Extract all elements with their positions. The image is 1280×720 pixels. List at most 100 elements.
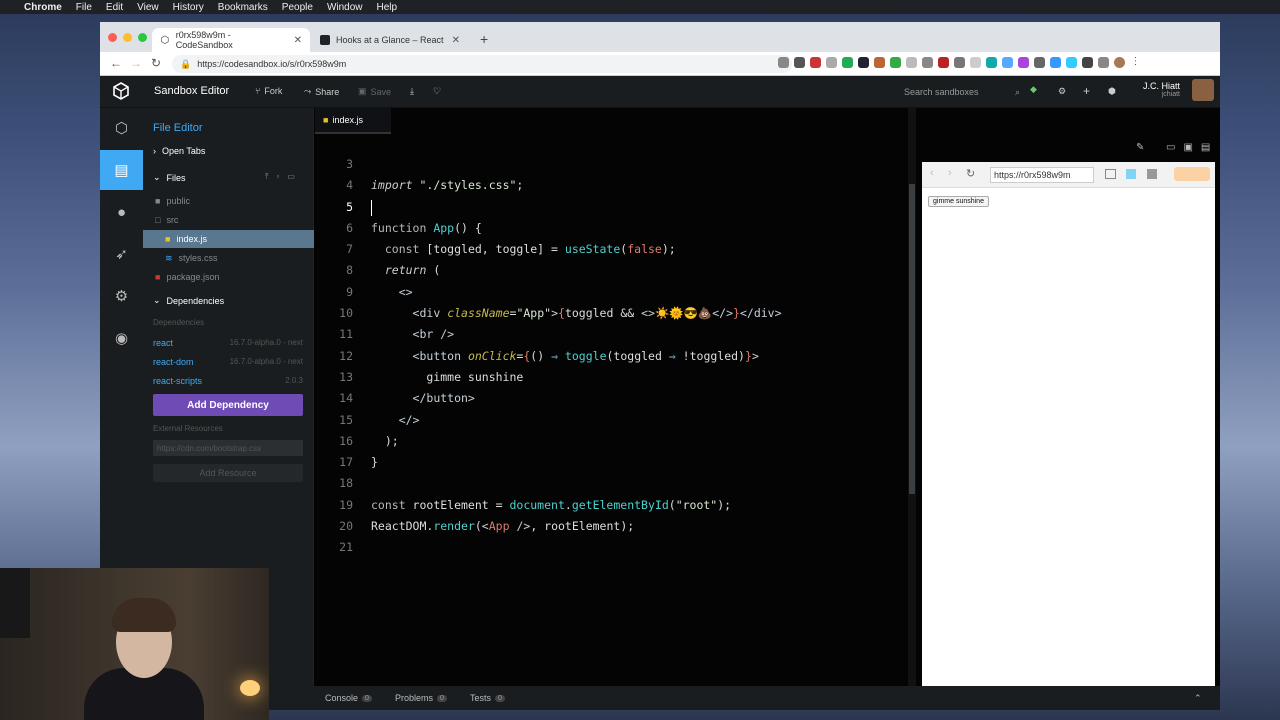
star-icon[interactable] [778,57,789,68]
add-resource-button[interactable]: Add Resource [153,464,303,482]
browser-tab-codesandbox[interactable]: ⬡ r0rx598w9m - CodeSandbox ✕ [152,28,310,52]
close-window-button[interactable] [108,33,117,42]
open-tabs-toggle[interactable]: › Open Tabs [153,146,205,156]
files-toggle[interactable]: ⌄ Files [153,172,186,183]
external-resource-input[interactable]: https://cdn.com/bootstrap.css [153,440,303,456]
preview-forward-icon[interactable]: › [948,167,952,179]
extension-icon[interactable] [874,57,885,68]
extension-icon[interactable] [1050,57,1061,68]
file-editor-icon[interactable]: ▤ [100,150,143,190]
url-field[interactable]: 🔒 https://codesandbox.io/s/r0rx598w9m [172,55,792,73]
reload-icon[interactable]: ↻ [151,56,161,70]
dependencies-toggle[interactable]: ⌄ Dependencies [153,295,224,306]
editor-tab-index-js[interactable]: ■ index.js [315,108,391,134]
problems-tab[interactable]: Problems 0 [395,693,447,703]
heart-icon[interactable]: ♡ [433,86,441,97]
save-button[interactable]: ▣ Save [358,86,391,97]
preview-refresh-icon[interactable]: ↻ [966,167,975,180]
search-sandboxes-input[interactable]: Search sandboxes ⌕ [904,84,1020,100]
extension-icon[interactable] [1066,57,1077,68]
dependency-react-dom[interactable]: react-dom 16.7.0-alpha.0 - next [153,357,303,367]
browser-tab-react[interactable]: Hooks at a Glance – React ✕ [312,28,468,52]
editor-view-icon[interactable]: ✎ [1136,142,1144,153]
menu-file[interactable]: File [76,2,92,13]
extension-icon[interactable] [970,57,981,68]
file-item-package-json[interactable]: ■ package.json [143,268,314,286]
fork-button[interactable]: ⑂ Fork [255,86,282,96]
github-icon[interactable]: ● [100,192,143,232]
share-button[interactable]: ⤳ Share [304,86,339,97]
gimme-sunshine-button[interactable]: gimme sunshine [928,196,989,207]
file-item-index-js[interactable]: ■ index.js [143,230,314,248]
close-tab-icon[interactable]: ✕ [452,35,460,46]
avatar[interactable] [1192,79,1214,101]
extension-icon[interactable] [938,57,949,68]
editor-scrollbar[interactable] [908,108,916,710]
live-icon[interactable]: ◉ [100,318,143,358]
extension-icon[interactable] [1018,57,1029,68]
code-lines[interactable]: 3 4 import "./styles.css"; 5 6 function Ap… [315,154,907,559]
extension-icon[interactable] [954,57,965,68]
open-in-window-icon[interactable] [1105,169,1116,179]
extension-icon[interactable] [986,57,997,68]
menu-bookmarks[interactable]: Bookmarks [218,2,268,13]
menu-history[interactable]: History [173,2,204,13]
console-view-icon[interactable]: ▤ [1201,142,1210,153]
extension-icon[interactable] [842,57,853,68]
extension-icon[interactable] [858,57,869,68]
forward-icon[interactable]: → [130,56,142,70]
extension-icon[interactable] [826,57,837,68]
sandbox-info-icon[interactable]: ⬡ [100,108,143,148]
extension-icon[interactable] [1034,57,1045,68]
profile-avatar-icon[interactable] [1114,57,1125,68]
codesandbox-logo-icon[interactable] [112,82,130,100]
tests-tab[interactable]: Tests 0 [470,693,505,703]
new-tab-button[interactable]: + [480,31,488,47]
new-file-icon[interactable]: ▫ [277,172,280,182]
extension-icon[interactable] [922,57,933,68]
scrollbar-thumb[interactable] [909,184,915,494]
console-tab[interactable]: Console 0 [325,693,372,703]
toggle-layout-icon[interactable] [1147,169,1157,179]
preview-url-input[interactable]: https://r0rx598w9m [990,167,1094,183]
menu-people[interactable]: People [282,2,313,13]
extension-icon[interactable] [1082,57,1093,68]
dependency-react-scripts[interactable]: react-scripts 2.0.3 [153,376,303,386]
user-name[interactable]: J.C. Hiatt jchiatt [1143,81,1180,98]
preview-view-icon[interactable]: ▣ [1183,142,1192,153]
file-item-public[interactable]: ■ public [143,192,314,210]
file-item-styles-css[interactable]: ≋ styles.css [143,249,314,267]
split-view-icon[interactable]: ▭ [1166,142,1175,153]
toggle-console-icon[interactable] [1126,169,1136,179]
menu-view[interactable]: View [137,2,159,13]
menu-edit[interactable]: Edit [106,2,123,13]
extension-icon[interactable] [1098,57,1109,68]
extension-icon[interactable] [1002,57,1013,68]
deploy-rocket-icon[interactable]: ➶ [100,234,143,274]
menu-window[interactable]: Window [327,2,363,13]
cube-icon[interactable]: ⬢ [1108,86,1116,97]
chevron-up-icon[interactable]: ⌃ [1194,693,1202,704]
dependency-react[interactable]: react 16.7.0-alpha.0 - next [153,338,303,348]
patron-icon[interactable]: ◆ [1030,84,1037,95]
menu-help[interactable]: Help [377,2,398,13]
kebab-menu-icon[interactable]: ⋮ [1130,57,1141,68]
minimize-window-button[interactable] [123,33,132,42]
new-sandbox-icon[interactable]: + [1083,84,1090,98]
add-dependency-button[interactable]: Add Dependency [153,394,303,416]
download-icon[interactable]: ⤓ [410,86,414,97]
preview-back-icon[interactable]: ‹ [930,167,934,179]
menu-app-name[interactable]: Chrome [24,2,62,13]
upload-icon[interactable]: ⤒ [265,172,269,182]
extension-icon[interactable] [794,57,805,68]
new-folder-icon[interactable]: ▭ [287,172,295,182]
back-icon[interactable]: ← [110,56,122,70]
extension-icon[interactable] [890,57,901,68]
extension-icon[interactable] [810,57,821,68]
extension-icon[interactable] [906,57,917,68]
file-item-src[interactable]: □ src [143,211,314,229]
gear-icon[interactable]: ⚙ [1058,86,1066,97]
close-tab-icon[interactable]: ✕ [294,35,302,46]
code-editor[interactable]: ■ index.js 3 4 import "./styles.css"; 5 6… [315,108,907,710]
zoom-window-button[interactable] [138,33,147,42]
